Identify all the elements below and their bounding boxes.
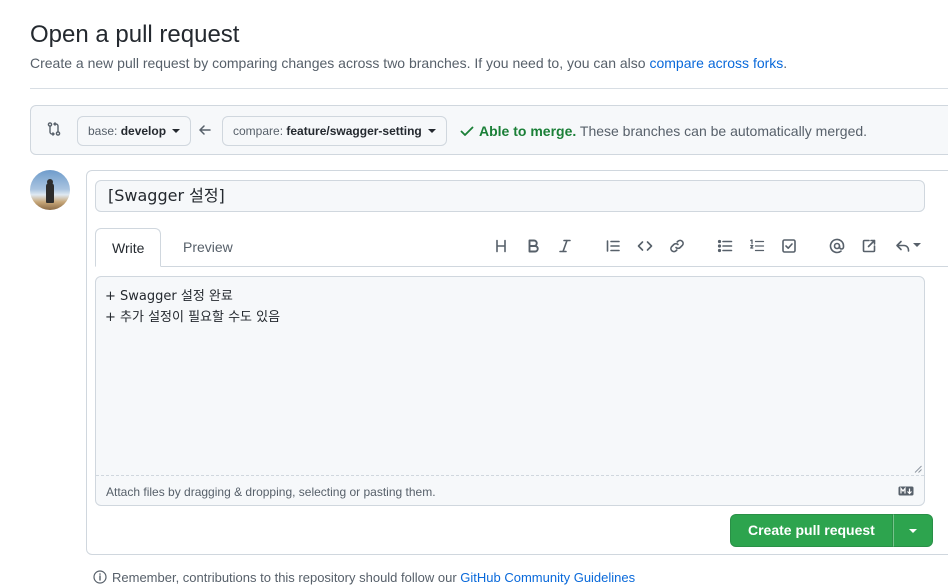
page-subtitle-text: Create a new pull request by comparing c… — [30, 55, 650, 71]
page-subtitle: Create a new pull request by comparing c… — [30, 54, 787, 72]
chevron-down-icon — [428, 128, 437, 133]
markdown-icon[interactable] — [898, 486, 914, 496]
arrow-left-icon — [199, 125, 211, 135]
attach-files-hint[interactable]: Attach files by dragging & dropping, sel… — [106, 484, 436, 500]
reply-icon[interactable] — [893, 234, 923, 258]
italic-icon[interactable] — [553, 234, 577, 258]
ordered-list-icon[interactable] — [745, 234, 769, 258]
compare-across-forks-link[interactable]: compare across forks — [649, 55, 783, 71]
pr-body-editor[interactable]: + Swagger 설정 완료 + 추가 설정이 필요할 수도 있음 Attac… — [95, 276, 925, 506]
avatar[interactable] — [30, 170, 70, 210]
page-title: Open a pull request — [30, 21, 240, 48]
chevron-down-icon — [913, 243, 921, 247]
branch-range-bar: base: develop compare: feature/swagger-s… — [30, 105, 948, 155]
merge-status: Able to merge. These branches can be aut… — [459, 122, 867, 140]
pr-title-input[interactable]: [Swagger 설정] — [95, 180, 925, 212]
compare-branch-label: compare: — [233, 124, 284, 138]
bold-icon[interactable] — [521, 234, 545, 258]
code-icon[interactable] — [633, 234, 657, 258]
tab-preview[interactable]: Preview — [167, 228, 249, 267]
pr-body-textarea[interactable]: + Swagger 설정 완료 + 추가 설정이 필요할 수도 있음 — [105, 286, 280, 328]
mention-icon[interactable] — [825, 234, 849, 258]
create-pull-request-button[interactable]: Create pull request — [730, 514, 893, 547]
resize-handle-icon[interactable] — [914, 465, 922, 473]
info-icon — [93, 570, 107, 584]
create-pr-options-button[interactable] — [892, 514, 933, 547]
base-branch-select[interactable]: base: develop — [77, 116, 192, 146]
merge-detail-text: These branches can be automatically merg… — [576, 123, 868, 139]
reference-icon[interactable] — [857, 234, 881, 258]
quote-icon[interactable] — [601, 234, 625, 258]
create-pr-button-group: Create pull request — [730, 514, 933, 547]
base-branch-label: base: — [88, 124, 118, 138]
chevron-down-icon — [908, 528, 917, 533]
link-icon[interactable] — [665, 234, 689, 258]
avatar-person — [46, 183, 54, 203]
pull-request-form: [Swagger 설정] Write Preview + Swagger 설정 … — [86, 170, 948, 555]
header-divider — [30, 88, 948, 89]
compare-branch-select[interactable]: compare: feature/swagger-setting — [222, 116, 448, 146]
merge-ok-text: Able to merge. — [479, 123, 577, 139]
unordered-list-icon[interactable] — [713, 234, 737, 258]
git-compare-icon — [47, 122, 61, 136]
heading-icon[interactable] — [489, 234, 513, 258]
compare-branch-value: feature/swagger-setting — [286, 124, 422, 138]
chevron-down-icon — [172, 128, 181, 133]
page-subtitle-end: . — [783, 55, 788, 71]
attach-divider — [96, 475, 924, 476]
guidelines-note: Remember, contributions to this reposito… — [93, 570, 635, 586]
task-list-icon[interactable] — [777, 234, 801, 258]
base-branch-value: develop — [120, 124, 167, 138]
check-icon — [460, 126, 474, 136]
tab-write[interactable]: Write — [95, 228, 162, 267]
